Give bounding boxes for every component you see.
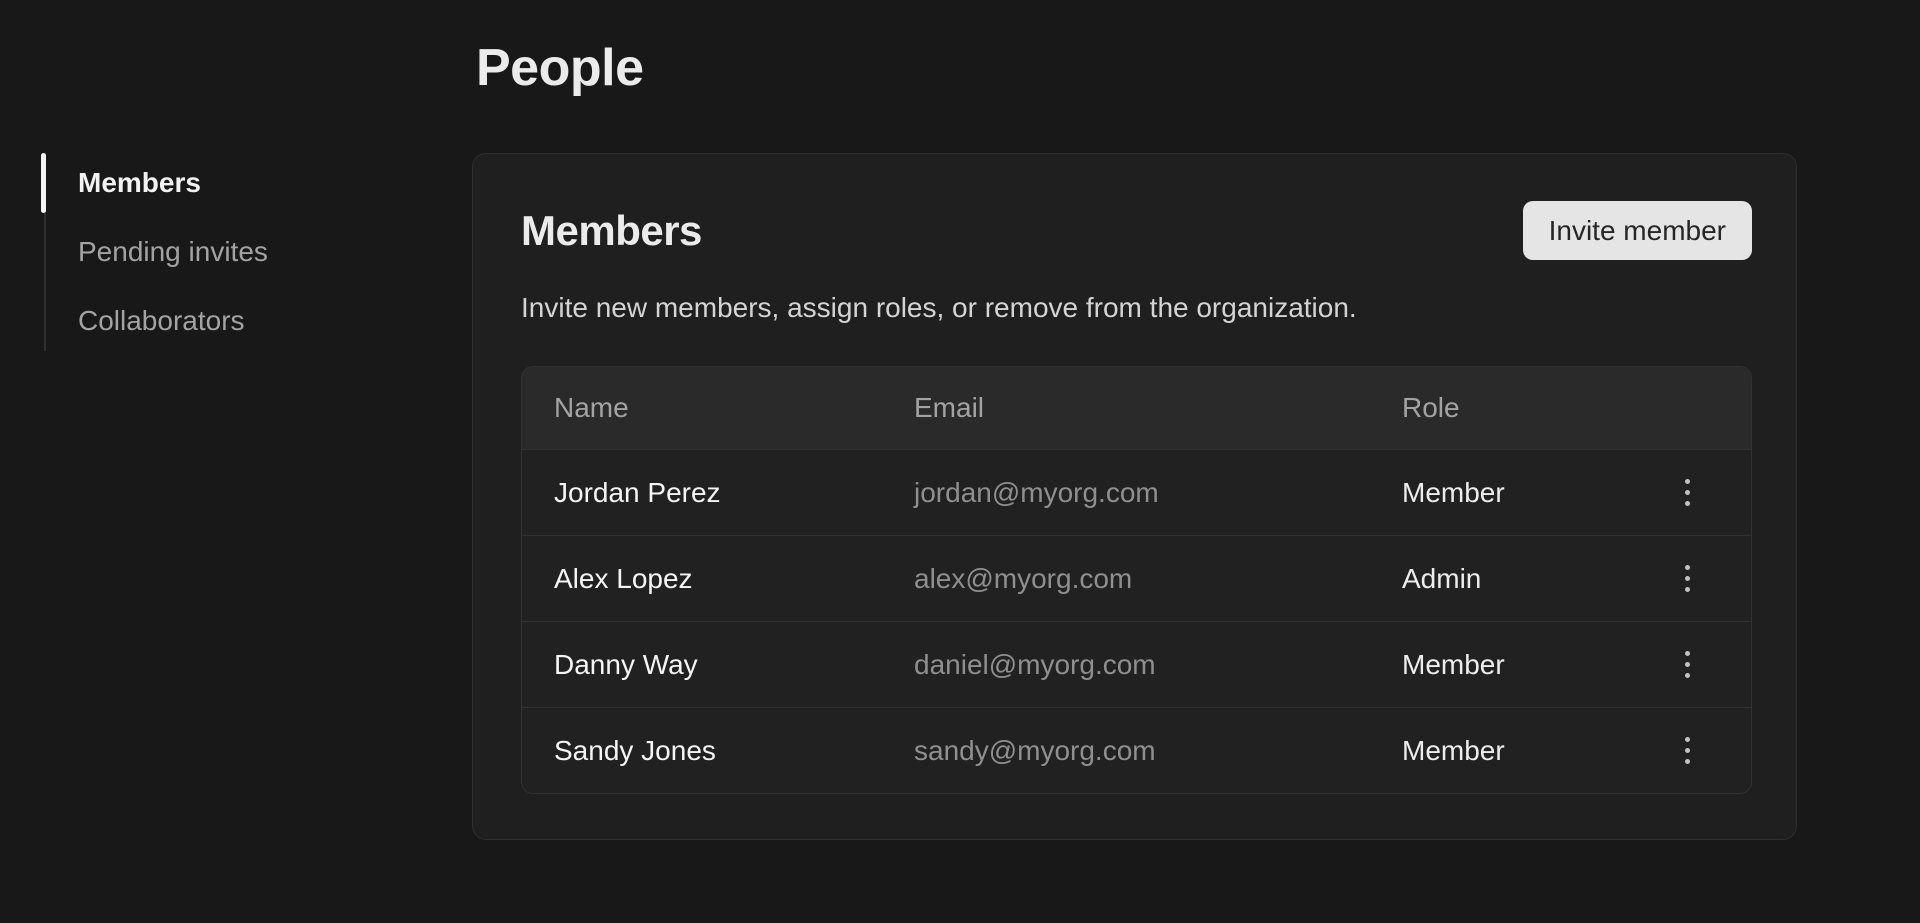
- column-header-email: Email: [882, 392, 1370, 424]
- sidebar-item-label: Pending invites: [78, 236, 268, 268]
- column-header-name: Name: [522, 392, 882, 424]
- member-name-cell: Sandy Jones: [522, 735, 882, 767]
- sidebar-item-collaborators[interactable]: Collaborators: [0, 291, 400, 351]
- member-email-cell: alex@myorg.com: [882, 563, 1370, 595]
- members-table: Name Email Role Jordan Perez jordan@myor…: [521, 366, 1752, 794]
- row-menu-button[interactable]: [1671, 641, 1704, 688]
- kebab-menu-icon: [1685, 651, 1690, 678]
- column-header-role: Role: [1370, 392, 1623, 424]
- row-menu-button[interactable]: [1671, 727, 1704, 774]
- members-card: Members Invite member Invite new members…: [472, 153, 1797, 840]
- active-indicator-bar: [41, 153, 46, 213]
- kebab-menu-icon: [1685, 565, 1690, 592]
- kebab-menu-icon: [1685, 737, 1690, 764]
- table-row: Alex Lopez alex@myorg.com Admin: [522, 535, 1751, 621]
- row-menu-button[interactable]: [1671, 469, 1704, 516]
- table-header-row: Name Email Role: [522, 367, 1751, 449]
- members-heading: Members: [521, 207, 702, 255]
- sidebar-item-label: Collaborators: [78, 305, 245, 337]
- settings-sidebar: Members Pending invites Collaborators: [0, 153, 400, 360]
- member-role-cell: Member: [1370, 735, 1623, 767]
- kebab-menu-icon: [1685, 479, 1690, 506]
- member-role-cell: Member: [1370, 477, 1623, 509]
- table-row: Jordan Perez jordan@myorg.com Member: [522, 449, 1751, 535]
- member-name-cell: Danny Way: [522, 649, 882, 681]
- page-title: People: [476, 38, 644, 98]
- members-description: Invite new members, assign roles, or rem…: [521, 290, 1752, 326]
- row-menu-button[interactable]: [1671, 555, 1704, 602]
- sidebar-item-members[interactable]: Members: [0, 153, 400, 213]
- member-role-cell: Member: [1370, 649, 1623, 681]
- invite-member-button[interactable]: Invite member: [1523, 201, 1752, 260]
- sidebar-item-label: Members: [78, 167, 201, 199]
- member-email-cell: sandy@myorg.com: [882, 735, 1370, 767]
- card-header: Members Invite member: [521, 201, 1752, 260]
- member-email-cell: daniel@myorg.com: [882, 649, 1370, 681]
- table-row: Sandy Jones sandy@myorg.com Member: [522, 707, 1751, 793]
- table-row: Danny Way daniel@myorg.com Member: [522, 621, 1751, 707]
- member-name-cell: Alex Lopez: [522, 563, 882, 595]
- member-name-cell: Jordan Perez: [522, 477, 882, 509]
- member-email-cell: jordan@myorg.com: [882, 477, 1370, 509]
- sidebar-item-pending-invites[interactable]: Pending invites: [0, 222, 400, 282]
- member-role-cell: Admin: [1370, 563, 1623, 595]
